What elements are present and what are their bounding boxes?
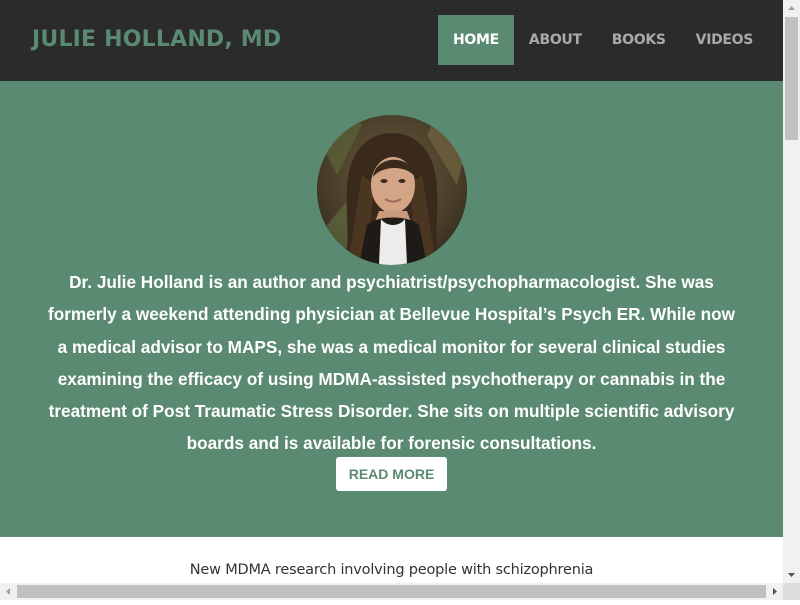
bio-paragraph: Dr. Julie Holland is an author and psych… (22, 266, 761, 460)
scroll-right-arrow-icon[interactable] (766, 583, 783, 600)
scroll-left-arrow-icon[interactable] (0, 583, 17, 600)
read-more-button[interactable]: READ MORE (336, 457, 447, 491)
scroll-down-arrow-icon[interactable] (783, 566, 800, 583)
bio-line: formerly a weekend attending physician a… (47, 304, 736, 325)
scrollbar-corner (783, 583, 800, 600)
page: JULIE HOLLAND, MD HOME ABOUT BOOKS VIDEO… (0, 0, 783, 583)
vertical-scrollbar[interactable] (783, 0, 800, 583)
scroll-up-arrow-icon[interactable] (783, 0, 800, 17)
main-nav: HOME ABOUT BOOKS VIDEOS (438, 15, 768, 65)
nav-books[interactable]: BOOKS (597, 15, 681, 65)
horizontal-scroll-thumb[interactable] (17, 585, 766, 598)
bio-line: Dr. Julie Holland is an author and psych… (69, 272, 714, 292)
horizontal-scrollbar[interactable] (0, 583, 783, 600)
nav-home[interactable]: HOME (438, 15, 514, 65)
bio-line: a medical advisor to MAPS, she was a med… (57, 336, 726, 357)
profile-photo (317, 115, 467, 265)
site-brand[interactable]: JULIE HOLLAND, MD (32, 27, 281, 52)
vertical-scroll-thumb[interactable] (785, 17, 798, 140)
top-navbar: JULIE HOLLAND, MD HOME ABOUT BOOKS VIDEO… (0, 0, 783, 81)
bio-line: examining the efficacy of using MDMA-ass… (57, 368, 726, 389)
bio-line: boards and is available for forensic con… (186, 433, 597, 454)
nav-about[interactable]: ABOUT (514, 15, 597, 65)
news-headline-link[interactable]: New MDMA research involving people with … (0, 562, 783, 578)
hero-section: Dr. Julie Holland is an author and psych… (0, 81, 783, 537)
nav-videos[interactable]: VIDEOS (681, 15, 768, 65)
news-section: New MDMA research involving people with … (0, 537, 783, 583)
bio-line: treatment of Post Traumatic Stress Disor… (48, 401, 735, 422)
